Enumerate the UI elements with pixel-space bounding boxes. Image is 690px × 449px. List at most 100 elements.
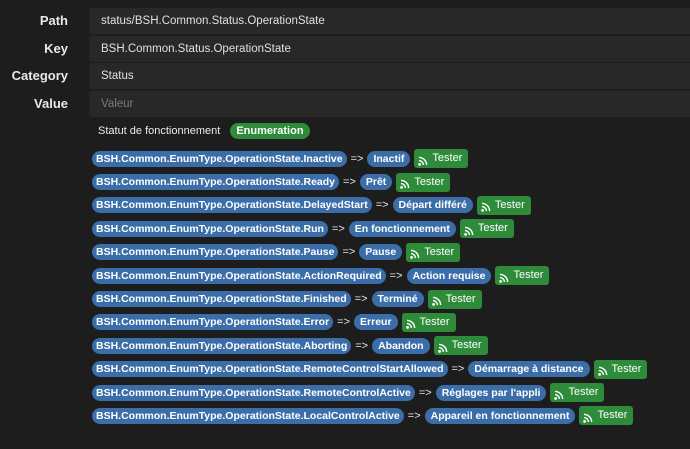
rss-icon	[431, 294, 442, 306]
tester-button[interactable]: Tester	[433, 336, 488, 356]
enum-label-pill: Réglages par l'appli	[435, 384, 547, 401]
enum-key-pill: BSH.Common.EnumType.OperationState.Remot…	[92, 361, 448, 378]
key-label: Key	[44, 41, 68, 56]
rss-icon	[597, 364, 608, 377]
tester-button[interactable]: Tester	[593, 359, 648, 379]
tester-label: Tester	[597, 409, 628, 422]
rss-icon	[583, 411, 593, 423]
enum-row: BSH.Common.EnumType.OperationState.Run =>…	[92, 217, 647, 240]
enum-title: Statut de fonctionnement	[98, 125, 221, 137]
enum-key-pill: BSH.Common.EnumType.OperationState.Finis…	[92, 291, 351, 308]
enum-key-pill: BSH.Common.EnumType.OperationState.Error	[92, 314, 334, 331]
rss-icon	[437, 341, 448, 353]
rss-icon	[418, 154, 428, 166]
enum-key-pill: BSH.Common.EnumType.OperationState.Actio…	[92, 267, 386, 284]
path-field[interactable]: status/BSH.Common.Status.OperationState	[89, 8, 690, 34]
mapping-arrow: =>	[375, 199, 389, 212]
mapping-arrow: =>	[451, 363, 465, 376]
enum-key-pill: BSH.Common.EnumType.OperationState.Delay…	[92, 197, 372, 214]
enum-row: BSH.Common.EnumType.OperationState.Error…	[92, 311, 647, 334]
enum-label-pill: Inactif	[367, 150, 411, 167]
tester-button[interactable]: Tester	[476, 195, 531, 215]
rss-icon	[464, 224, 474, 236]
enum-row: BSH.Common.EnumType.OperationState.Actio…	[92, 264, 647, 287]
enum-row: BSH.Common.EnumType.OperationState.Delay…	[92, 194, 647, 217]
tester-button[interactable]: Tester	[406, 242, 461, 262]
enum-label-pill: Appareil en fonctionnement	[424, 407, 576, 424]
mapping-arrow: =>	[342, 246, 356, 259]
mapping-arrow: =>	[418, 386, 432, 399]
rss-icon	[499, 271, 509, 283]
enum-value-list: BSH.Common.EnumType.OperationState.Inact…	[92, 147, 648, 428]
mapping-arrow: =>	[407, 409, 421, 422]
enum-label-pill: Abandon	[372, 337, 430, 354]
enum-key-pill: BSH.Common.EnumType.OperationState.Pause	[92, 244, 339, 261]
tester-label: Tester	[432, 152, 463, 165]
tester-label: Tester	[419, 315, 450, 328]
tester-button[interactable]: Tester	[495, 266, 550, 286]
tester-label: Tester	[494, 198, 525, 211]
rss-icon	[481, 200, 491, 213]
enum-key-pill: BSH.Common.EnumType.OperationState.Abort…	[92, 337, 352, 354]
enum-row: BSH.Common.EnumType.OperationState.Local…	[92, 404, 647, 427]
enum-row: BSH.Common.EnumType.OperationState.Remot…	[92, 358, 648, 381]
enum-label-pill: Erreur	[354, 314, 398, 331]
enum-key-pill: BSH.Common.EnumType.OperationState.Inact…	[92, 150, 347, 167]
enum-row: BSH.Common.EnumType.OperationState.Pause…	[92, 241, 647, 264]
tester-button[interactable]: Tester	[579, 406, 634, 426]
mapping-arrow: =>	[354, 293, 368, 306]
enum-label-pill: Démarrage à distance	[468, 361, 590, 378]
mapping-arrow: =>	[355, 339, 369, 352]
tester-label: Tester	[414, 175, 445, 188]
enum-label-pill: Terminé	[371, 291, 424, 308]
mapping-arrow: =>	[343, 176, 356, 189]
rss-icon	[554, 388, 564, 400]
enum-key-pill: BSH.Common.EnumType.OperationState.Local…	[92, 407, 404, 424]
enum-key-pill: BSH.Common.EnumType.OperationState.Run	[92, 220, 328, 237]
rss-icon	[405, 317, 416, 330]
tester-label: Tester	[477, 222, 508, 235]
rss-icon	[410, 247, 420, 260]
tester-button[interactable]: Tester	[414, 149, 469, 169]
tester-label: Tester	[424, 245, 455, 258]
mapping-arrow: =>	[337, 316, 351, 329]
category-row: Category Status	[0, 63, 690, 89]
path-label: Path	[39, 13, 68, 28]
enum-type-badge: Enumeration	[230, 123, 310, 139]
rss-icon	[400, 177, 410, 189]
category-label: Category	[11, 68, 68, 83]
key-field[interactable]: BSH.Common.Status.OperationState	[89, 36, 690, 62]
tester-button[interactable]: Tester	[401, 312, 456, 332]
value-row: Value Valeur	[0, 91, 690, 117]
enum-key-pill: BSH.Common.EnumType.OperationState.Ready	[92, 174, 340, 191]
enum-row: BSH.Common.EnumType.OperationState.Finis…	[92, 287, 647, 310]
mapping-arrow: =>	[331, 222, 345, 235]
tester-button[interactable]: Tester	[459, 219, 514, 239]
tester-button[interactable]: Tester	[396, 172, 451, 192]
tester-button[interactable]: Tester	[427, 289, 482, 309]
enum-label-pill: Prêt	[359, 174, 393, 191]
enum-row: BSH.Common.EnumType.OperationState.Remot…	[92, 381, 647, 404]
tester-label: Tester	[513, 269, 544, 282]
enum-label-pill: Pause	[359, 244, 403, 261]
path-row: Path status/BSH.Common.Status.OperationS…	[0, 8, 690, 34]
enum-row: BSH.Common.EnumType.OperationState.Inact…	[92, 147, 647, 170]
tester-label: Tester	[451, 339, 482, 352]
value-label: Value	[34, 96, 68, 111]
tester-button[interactable]: Tester	[550, 383, 605, 403]
category-field[interactable]: Status	[89, 63, 690, 89]
enum-label-pill: En fonctionnement	[348, 220, 456, 237]
enum-key-pill: BSH.Common.EnumType.OperationState.Remot…	[92, 384, 415, 401]
mapping-arrow: =>	[389, 269, 403, 282]
tester-label: Tester	[445, 292, 476, 305]
value-field[interactable]: Valeur	[89, 91, 690, 117]
enum-row: BSH.Common.EnumType.OperationState.Ready…	[92, 170, 647, 193]
tester-label: Tester	[611, 362, 642, 375]
enum-header: Statut de fonctionnement Enumeration	[98, 123, 310, 139]
enum-row: BSH.Common.EnumType.OperationState.Abort…	[92, 334, 647, 357]
enum-label-pill: Départ différé	[392, 197, 473, 214]
key-row: Key BSH.Common.Status.OperationState	[0, 36, 690, 62]
mapping-arrow: =>	[350, 152, 364, 165]
tester-label: Tester	[568, 386, 599, 399]
enum-label-pill: Action requise	[406, 267, 492, 284]
